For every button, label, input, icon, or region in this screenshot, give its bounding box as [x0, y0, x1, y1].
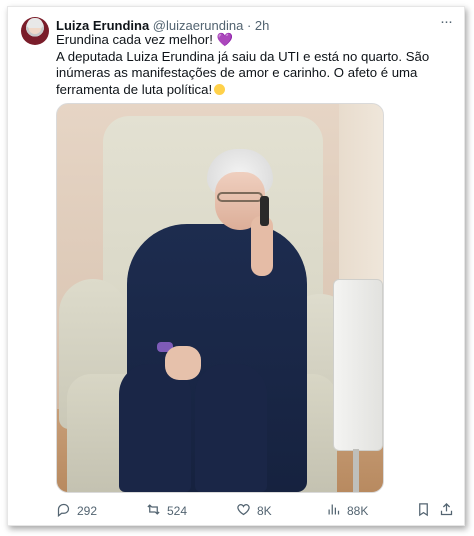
author-name[interactable]: Luiza Erundina [56, 18, 149, 33]
post-photo[interactable] [56, 103, 384, 493]
share-button[interactable] [439, 501, 454, 521]
share-icon [439, 502, 454, 520]
views-count: 88K [347, 504, 369, 518]
like-count: 8K [257, 504, 272, 518]
repost-count: 524 [167, 504, 188, 518]
separator: · [246, 18, 252, 33]
photo-phone [260, 196, 269, 226]
bookmark-button[interactable] [416, 501, 431, 521]
reply-button[interactable]: 292 [56, 501, 97, 521]
post-line-1: Erundina cada vez melhor! [56, 32, 213, 47]
repost-icon [146, 502, 161, 520]
like-button[interactable]: 8K [236, 501, 272, 521]
reply-icon [56, 502, 71, 520]
views-button[interactable]: 88K [326, 501, 368, 521]
post-card[interactable]: Luiza Erundina @luizaerundina · 2h ··· E… [7, 6, 465, 526]
action-bar: 292 524 8K 88K [56, 501, 456, 521]
photo-person-glasses [217, 192, 263, 202]
photo-person-leg-right [195, 364, 267, 492]
sun-emoji [214, 83, 226, 95]
photo-table [333, 279, 383, 451]
repost-button[interactable]: 524 [146, 501, 187, 521]
avatar[interactable] [21, 17, 49, 45]
author-handle[interactable]: @luizaerundina [153, 18, 244, 33]
timestamp[interactable]: 2h [255, 18, 269, 33]
post-text: Erundina cada vez melhor! 💜 A deputada L… [56, 32, 456, 98]
reply-count: 292 [77, 504, 98, 518]
purple-heart-emoji: 💜 [216, 32, 233, 47]
photo-table-leg [353, 449, 359, 492]
photo-person-leg-left [119, 364, 191, 492]
like-icon [236, 502, 251, 520]
views-icon [326, 502, 341, 520]
post-line-2: A deputada Luiza Erundina já saiu da UTI… [56, 48, 430, 97]
photo-person-hand-left [165, 346, 201, 380]
more-icon[interactable]: ··· [436, 14, 456, 31]
bookmark-icon [416, 502, 431, 520]
